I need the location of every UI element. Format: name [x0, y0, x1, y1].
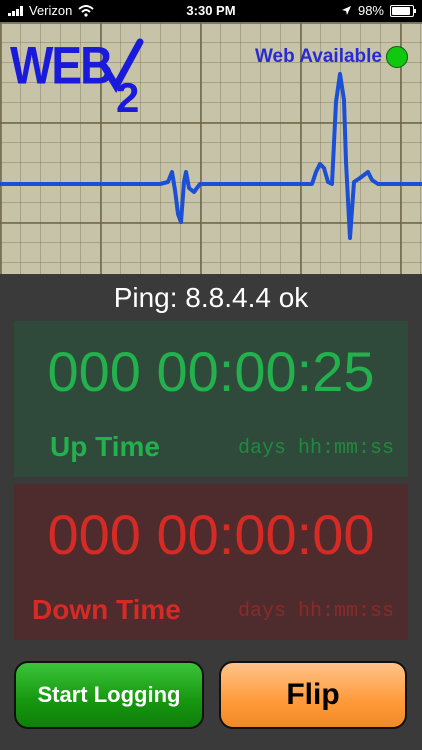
uptime-panel: 000 00:00:25 Up Time days hh:mm:ss [14, 321, 408, 477]
web-status-label: Web Available [254, 46, 382, 67]
ecg-header: WEB 2 Web Available [0, 22, 422, 274]
battery-percent: 98% [357, 3, 384, 18]
battery-fill [392, 6, 410, 15]
ping-status: Ping: 8.8.4.4 ok [113, 282, 309, 313]
battery-icon [390, 4, 416, 17]
downtime-label: Down Time [32, 594, 181, 625]
location-icon [341, 6, 351, 15]
downtime-counter: 000 00:00:00 [47, 503, 375, 566]
flip-button[interactable]: Flip [219, 661, 407, 729]
downtime-panel: 000 00:00:00 Down Time days hh:mm:ss [14, 484, 408, 640]
status-bar: Verizon 3:30 PM 98% [0, 0, 422, 22]
uptime-counter: 000 00:00:25 [47, 340, 375, 403]
downtime-units: days hh:mm:ss [237, 600, 394, 623]
start-logging-button[interactable]: Start Logging [14, 661, 204, 729]
web-status-led [386, 46, 408, 68]
logo-subscript: 2 [116, 74, 139, 121]
app-logo: WEB [10, 35, 113, 95]
uptime-label: Up Time [50, 431, 160, 462]
logo-check-icon: 2 [100, 38, 144, 121]
uptime-units: days hh:mm:ss [237, 437, 394, 460]
status-right: 98% [341, 3, 416, 18]
